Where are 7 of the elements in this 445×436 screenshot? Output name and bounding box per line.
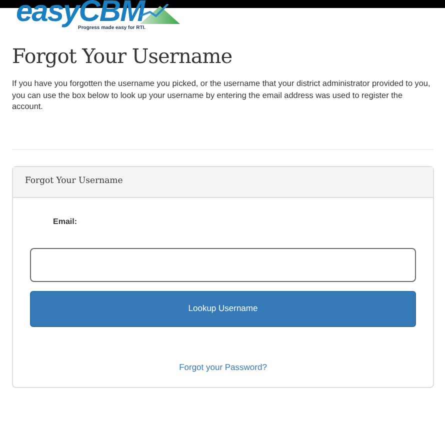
page-heading: Forgot Your Username [12, 44, 234, 68]
lookup-button[interactable]: Lookup Username [30, 290, 416, 326]
email-field[interactable] [30, 248, 416, 282]
email-label: Email: [53, 216, 78, 228]
panel-title: Forgot Your Username [25, 176, 123, 186]
intro-paragraph: If you have you forgotten the username you picked, or the username that your district administrator provided to you, you can use the box below to look up your username by entering the email address was used to register the account. [12, 78, 432, 112]
forgot-password-link[interactable]: Forgot your Password? [179, 362, 267, 372]
